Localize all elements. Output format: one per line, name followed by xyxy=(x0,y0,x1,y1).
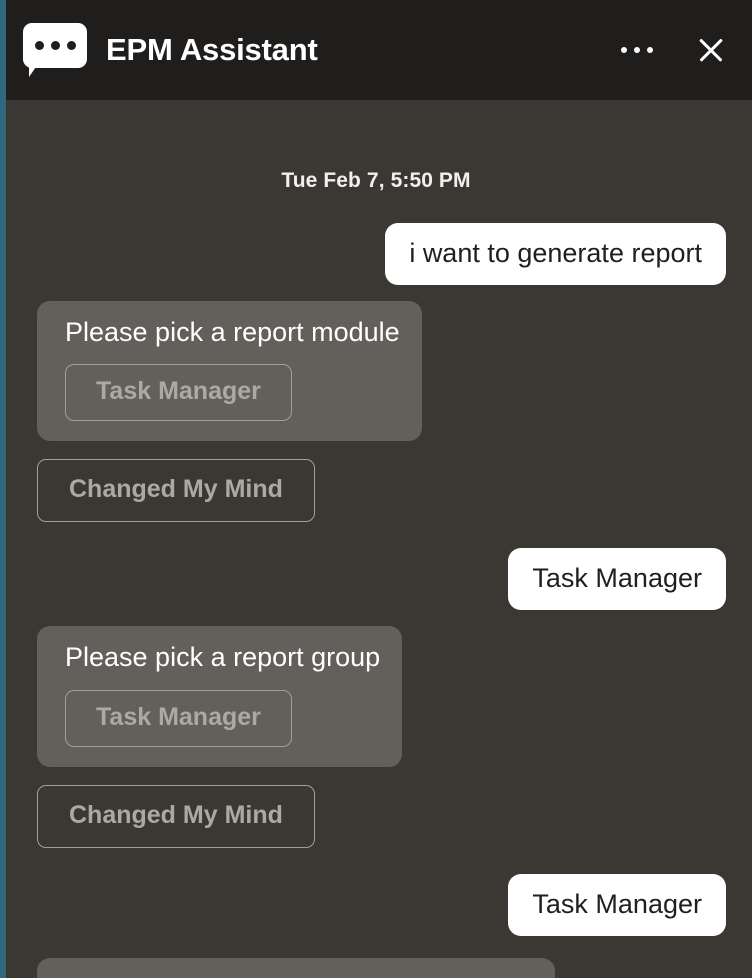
message-row: Task Manager xyxy=(37,548,726,611)
user-message-bubble: Task Manager xyxy=(508,873,726,936)
chat-header: EPM Assistant xyxy=(0,0,752,100)
assistant-message-bubble: Please pick a report module Task Manager xyxy=(37,301,422,442)
user-message-bubble: Task Manager xyxy=(508,548,726,611)
more-options-button[interactable] xyxy=(614,35,660,65)
ellipsis-icon xyxy=(614,35,660,65)
user-message-bubble: i want to generate report xyxy=(385,223,726,285)
accent-rail xyxy=(0,0,6,978)
conversation-daystamp: Tue Feb 7, 5:50 PM xyxy=(281,169,471,192)
message-row xyxy=(37,957,726,978)
choice-chip-task-manager[interactable]: Task Manager xyxy=(65,689,292,747)
epm-assistant-chat-window: EPM Assistant Tue Feb 7, 5:50 PM i want … xyxy=(0,0,752,978)
choice-chip-task-manager[interactable]: Task Manager xyxy=(65,364,292,422)
message-row: Please pick a report group Task Manager xyxy=(37,626,726,767)
close-icon xyxy=(694,33,728,67)
brand: EPM Assistant xyxy=(23,23,318,77)
changed-my-mind-button[interactable]: Changed My Mind xyxy=(37,784,315,848)
close-button[interactable] xyxy=(694,33,728,67)
message-row: Please pick a report module Task Manager xyxy=(37,301,726,442)
page-title: EPM Assistant xyxy=(106,32,318,67)
conversation-scroll-area[interactable]: Tue Feb 7, 5:50 PM i want to generate re… xyxy=(0,100,752,978)
message-row: Task Manager xyxy=(37,873,726,936)
message-row: i want to generate report xyxy=(37,223,726,285)
message-row: Changed My Mind xyxy=(37,784,726,848)
assistant-message-text: Please pick a report module xyxy=(65,317,400,347)
assistant-message-text: Please pick a report group xyxy=(65,642,381,673)
message-row: Changed My Mind xyxy=(37,459,726,523)
assistant-message-bubble: Please pick a report group Task Manager xyxy=(37,626,403,767)
changed-my-mind-button[interactable]: Changed My Mind xyxy=(37,459,315,523)
header-actions xyxy=(614,33,728,67)
assistant-message-bubble-partial xyxy=(37,957,555,978)
chat-bubble-dots-icon xyxy=(23,23,87,77)
